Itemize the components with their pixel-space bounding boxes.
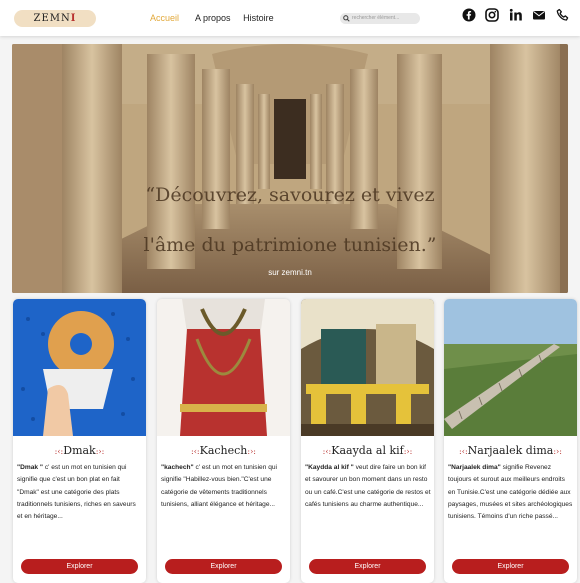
phone-icon[interactable]	[556, 8, 570, 22]
nav-link-accueil[interactable]: Accueil	[150, 13, 179, 23]
explore-button-narjaalek-dima[interactable]: Explorer	[452, 559, 569, 574]
card-title: :‹:Dmak:›:	[54, 444, 105, 457]
card-kaayda-al-kif: :‹:Kaayda al kif:›: "Kaydda al kif " veu…	[301, 299, 434, 583]
dmak-image	[13, 299, 146, 436]
search-placeholder: rechercher élément...	[352, 15, 400, 21]
nav-links: Accueil A propos Histoire	[150, 13, 284, 23]
card-narjaalek-dima: :‹:Narjaalek dima:›: "Narjaalek dima" si…	[444, 299, 577, 583]
card-description: "kachech" c' est un mot en tunisien qui …	[161, 464, 278, 508]
card-description: "Dmak " c' est un mot en tunisien qui si…	[17, 464, 136, 521]
explore-button-kachech[interactable]: Explorer	[165, 559, 282, 574]
linkedin-icon[interactable]	[509, 8, 523, 22]
card-description: "Narjaalek dima" signifie Revenez toujou…	[448, 464, 573, 521]
card-title: :‹:Narjaalek dima:›:	[459, 444, 562, 457]
card-dmak: :‹:Dmak:›: "Dmak " c' est un mot en tuni…	[13, 299, 146, 583]
explore-button-dmak[interactable]: Explorer	[21, 559, 138, 574]
hero-banner: “Découvrez, savourez et vivez l'âme du p…	[12, 44, 568, 293]
top-nav: ZEMNI Accueil A propos Histoire recherch…	[0, 0, 580, 36]
kachech-image	[157, 299, 290, 436]
narjaalek-dima-image	[444, 299, 577, 436]
instagram-icon[interactable]	[485, 8, 500, 22]
nav-link-histoire[interactable]: Histoire	[243, 13, 274, 23]
hero-title-line2: l'âme du patrimione tunisien.”	[143, 234, 437, 256]
hero-subtitle: sur zemni.tn	[268, 268, 312, 277]
logo[interactable]: ZEMNI	[14, 10, 96, 27]
kaayda-al-kif-image	[301, 299, 434, 436]
search-icon	[343, 15, 350, 22]
nav-link-a-propos[interactable]: A propos	[195, 13, 231, 23]
search-input[interactable]: rechercher élément...	[340, 13, 420, 24]
card-description: "Kaydda al kif " veut dire faire un bon …	[305, 464, 431, 508]
hero-title-line1: “Découvrez, savourez et vivez	[145, 184, 435, 206]
card-title: :‹:Kaayda al kif:›:	[322, 444, 413, 457]
facebook-icon[interactable]	[462, 8, 476, 22]
explore-button-kaayda-al-kif[interactable]: Explorer	[309, 559, 426, 574]
card-title: :‹:Kachech:›:	[191, 444, 256, 457]
social-icons	[462, 8, 575, 27]
mail-icon[interactable]	[532, 8, 546, 22]
card-kachech: :‹:Kachech:›: "kachech" c' est un mot en…	[157, 299, 290, 583]
